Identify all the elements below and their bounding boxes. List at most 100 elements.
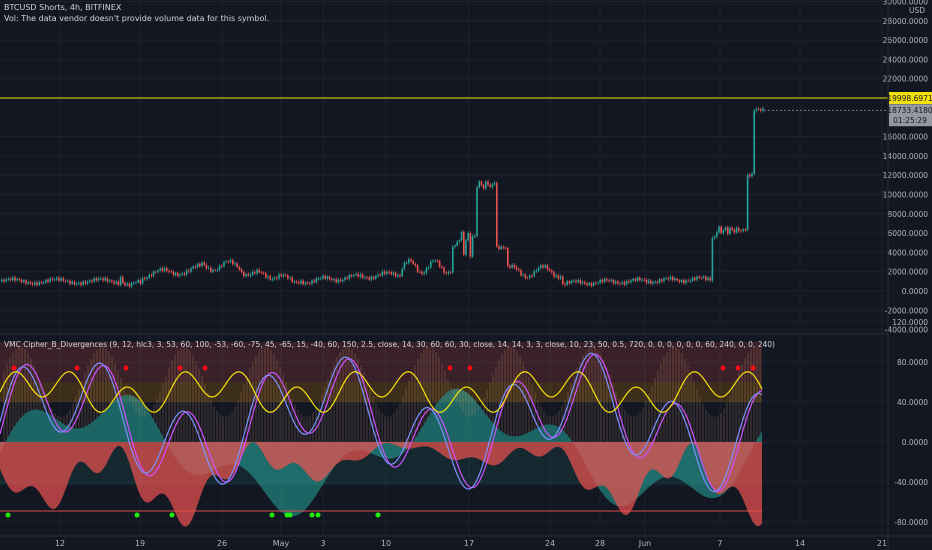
price-axis[interactable]: 30000.000028000.000026000.000024000.0000… bbox=[883, 0, 932, 335]
candle-body bbox=[240, 269, 243, 273]
candle-body bbox=[687, 280, 689, 282]
candle-body bbox=[302, 280, 304, 285]
candle-body bbox=[102, 278, 104, 281]
time-label: 21 bbox=[877, 539, 887, 548]
time-axis[interactable]: 12 19 26 May 3 10 17 24 28 Jun 7 14 21 bbox=[55, 539, 887, 548]
time-label: 14 bbox=[795, 539, 805, 548]
candle-body bbox=[606, 279, 608, 281]
candle-body bbox=[452, 246, 454, 273]
candle-body bbox=[168, 271, 170, 272]
candle-body bbox=[190, 268, 192, 272]
candle-body bbox=[194, 266, 197, 268]
candle-body bbox=[27, 282, 29, 284]
candle-body bbox=[62, 278, 65, 281]
time-label: 7 bbox=[717, 539, 722, 548]
candle-body bbox=[247, 274, 249, 276]
candle-body bbox=[707, 277, 709, 280]
red-dot bbox=[447, 365, 453, 371]
candle-body bbox=[570, 280, 573, 284]
candle-body bbox=[427, 267, 430, 269]
candle-body bbox=[753, 110, 755, 174]
price-tick-label: 22000.0000 bbox=[883, 75, 929, 84]
candle-body bbox=[243, 272, 245, 277]
candle-body bbox=[51, 278, 54, 280]
candle-body bbox=[531, 275, 533, 277]
time-label: 17 bbox=[464, 539, 474, 548]
candle-body bbox=[223, 262, 225, 267]
candle-body bbox=[306, 282, 309, 284]
price-pane[interactable] bbox=[0, 97, 888, 289]
candle-body bbox=[562, 276, 564, 284]
candle-body bbox=[744, 229, 747, 231]
candle-body bbox=[280, 274, 282, 277]
candle-body bbox=[97, 278, 100, 281]
candle-body bbox=[159, 268, 161, 271]
time-label: 26 bbox=[217, 539, 227, 548]
candle-body bbox=[108, 280, 111, 282]
candle-body bbox=[597, 282, 599, 284]
candle-body bbox=[214, 269, 216, 271]
candle-body bbox=[251, 272, 254, 275]
candle-body bbox=[75, 283, 78, 285]
candle-body bbox=[471, 236, 474, 257]
candle-body bbox=[47, 279, 49, 282]
candle-body bbox=[493, 183, 496, 185]
candle-body bbox=[751, 173, 753, 177]
red-dot bbox=[720, 365, 726, 371]
candle-body bbox=[100, 278, 102, 280]
candle-body bbox=[403, 263, 406, 269]
green-dot bbox=[309, 512, 315, 518]
candle-body bbox=[152, 271, 155, 276]
candle-body bbox=[749, 174, 751, 177]
candle-body bbox=[465, 240, 467, 255]
time-label: Jun bbox=[638, 539, 652, 548]
candle-body bbox=[183, 273, 186, 275]
candle-body bbox=[397, 274, 399, 277]
indicator-pane[interactable] bbox=[0, 342, 763, 527]
currency-label: USD bbox=[909, 6, 925, 15]
candle-body bbox=[683, 280, 685, 284]
candle-body bbox=[379, 274, 381, 276]
candle-body bbox=[485, 181, 487, 189]
candle-body bbox=[177, 273, 179, 276]
candle-body bbox=[348, 274, 351, 279]
candle-body bbox=[320, 278, 322, 280]
candle-body bbox=[709, 277, 711, 281]
candle-body bbox=[104, 278, 106, 281]
candle-body bbox=[546, 265, 549, 270]
candle-body bbox=[38, 282, 40, 285]
candle-body bbox=[370, 276, 373, 280]
candle-body bbox=[511, 264, 513, 268]
indicator-axis[interactable]: 120.0000 80.0000 40.0000 0.0000 -40.0000 -80.… bbox=[890, 318, 929, 550]
candle-body bbox=[392, 272, 395, 275]
candle-body bbox=[551, 270, 553, 273]
candle-body bbox=[555, 275, 557, 277]
candle-body bbox=[650, 280, 652, 284]
candle-body bbox=[628, 280, 630, 283]
candle-body bbox=[533, 271, 535, 277]
candle-body bbox=[579, 280, 582, 284]
candle-body bbox=[249, 274, 252, 276]
candle-body bbox=[322, 275, 324, 279]
symbol-title[interactable]: BTCUSD Shorts, 4h, BITFINEX bbox=[4, 3, 121, 12]
last-price-label: 18733.4180 bbox=[887, 106, 932, 115]
candle-body bbox=[7, 278, 10, 280]
candle-body bbox=[238, 267, 241, 270]
candle-body bbox=[42, 282, 45, 284]
price-tick-label: 4000.0000 bbox=[887, 248, 928, 257]
price-tick-label: 8000.0000 bbox=[887, 210, 928, 219]
candle-body bbox=[676, 278, 678, 281]
candle-body bbox=[509, 265, 511, 268]
candle-body bbox=[520, 270, 522, 276]
candle-body bbox=[705, 276, 707, 280]
candle-body bbox=[82, 281, 84, 285]
candle-body bbox=[218, 265, 221, 270]
chart-area[interactable]: 30000.000028000.000026000.000024000.0000… bbox=[0, 0, 932, 550]
candle-body bbox=[372, 276, 375, 279]
indicator-tick-label: 120.0000 bbox=[892, 318, 928, 327]
candle-body bbox=[526, 277, 529, 279]
red-dot bbox=[467, 365, 473, 371]
candle-body bbox=[45, 279, 47, 283]
candle-body bbox=[463, 231, 465, 255]
indicator-label[interactable]: VMC Cipher_B_Divergences (9, 12, hlc3, 3… bbox=[4, 340, 775, 349]
